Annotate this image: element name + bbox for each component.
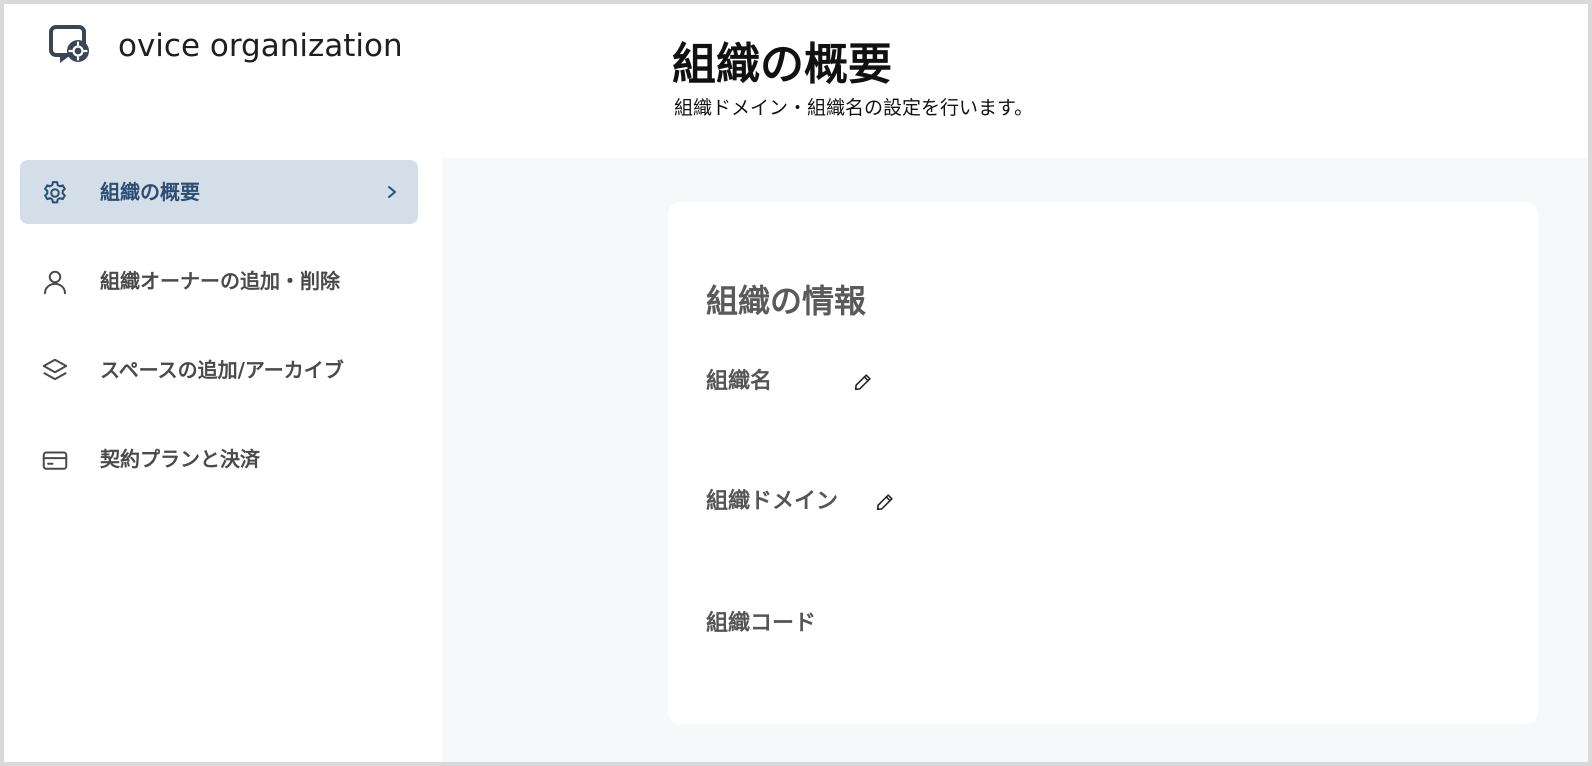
organization-name: ovice organization [118,28,403,64]
app-window: ovice organization 組織の概要 組織ドメイン・組織名の設定を行… [0,0,1592,766]
chevron-right-icon [388,186,396,198]
org-name-label: 組織名 [706,369,773,394]
gear-icon [44,181,66,204]
page-subtitle: 組織ドメイン・組織名の設定を行います。 [674,97,1034,119]
layers-icon [42,358,68,381]
sidebar: 組織の概要 組織オーナーの追加・削除 スペースの追加/アーカイブ 契約プランと決… [20,160,418,516]
org-code-label: 組織コード [706,611,817,636]
main-content: 組織の情報 組織名 組織ドメイン 組織コード [442,158,1588,762]
ovice-logo-icon [49,25,89,63]
organization-info-card: 組織の情報 組織名 組織ドメイン 組織コード [668,202,1538,724]
card-title: 組織の情報 [706,282,867,320]
edit-org-domain-button[interactable] [874,491,896,513]
sidebar-item-overview[interactable]: 組織の概要 [20,160,418,224]
sidebar-item-label: 組織オーナーの追加・削除 [100,269,340,293]
org-domain-label: 組織ドメイン [706,489,839,514]
sidebar-item-spaces[interactable]: スペースの追加/アーカイブ [20,338,418,402]
sidebar-item-owners[interactable]: 組織オーナーの追加・削除 [20,249,418,313]
credit-card-icon [42,451,68,470]
sidebar-item-billing[interactable]: 契約プランと決済 [20,427,418,491]
sidebar-item-label: スペースの追加/アーカイブ [100,358,344,382]
edit-org-name-button[interactable] [852,371,874,393]
user-icon [44,270,66,295]
sidebar-item-label: 組織の概要 [100,180,200,204]
page-title: 組織の概要 [672,39,892,90]
sidebar-item-label: 契約プランと決済 [100,447,260,471]
